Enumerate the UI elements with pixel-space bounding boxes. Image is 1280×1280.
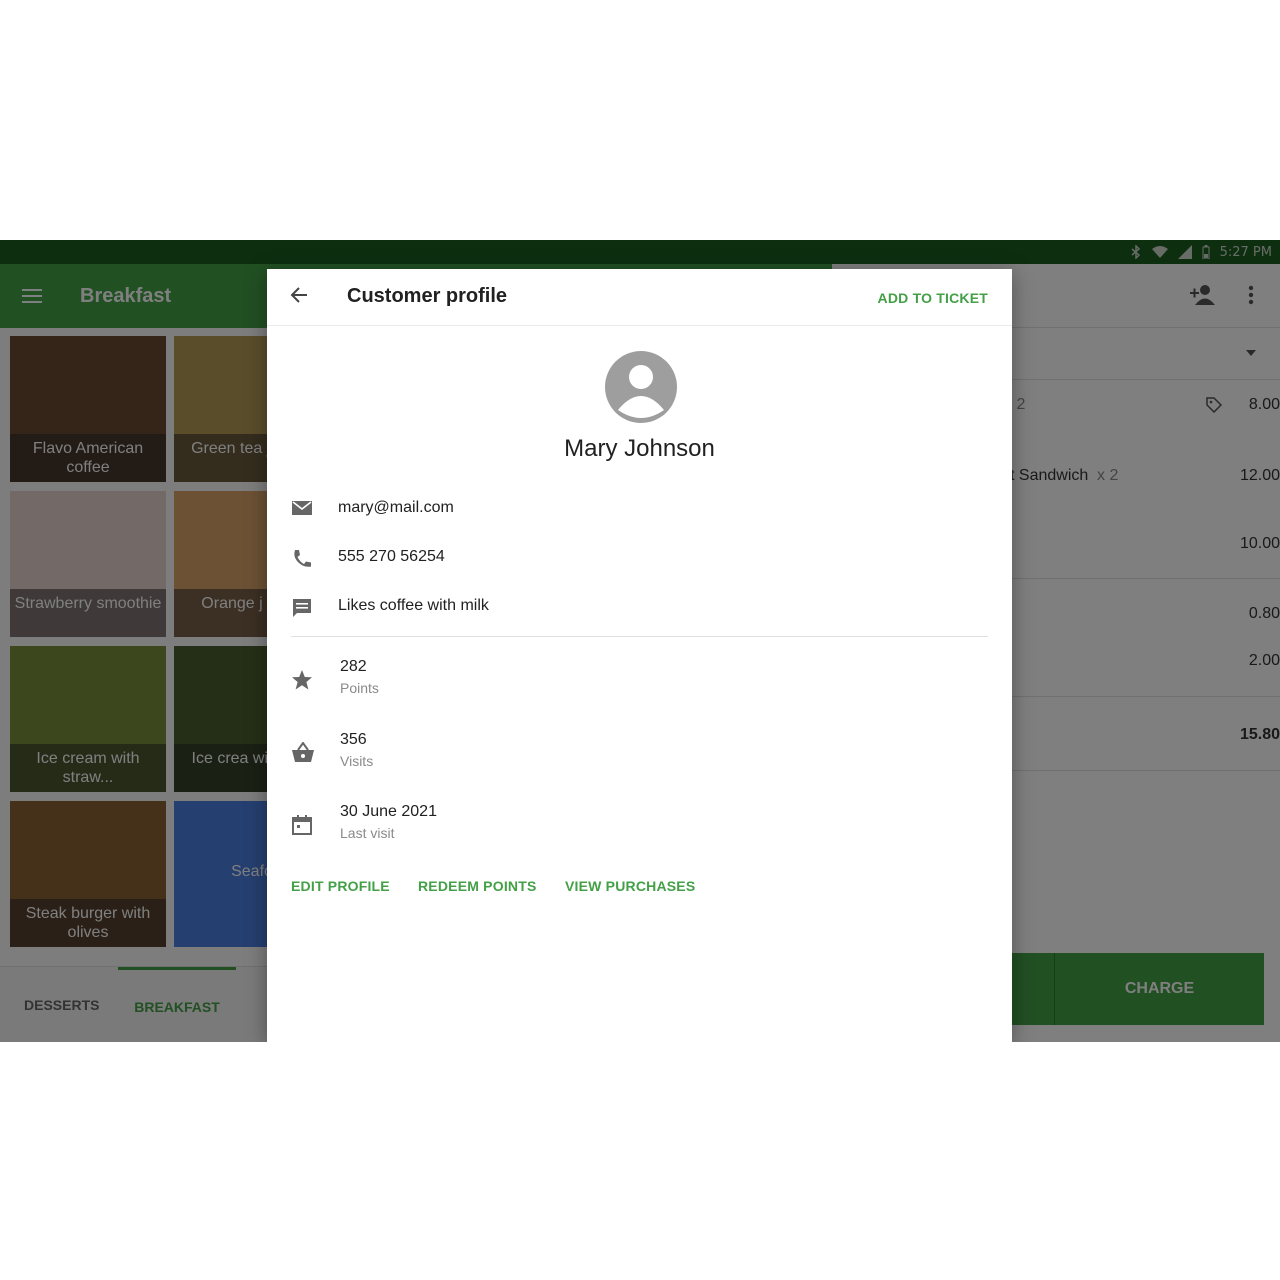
device-screen: 5:27 PM Breakfast Flavo American coffee … [0,240,1280,1042]
arrow-back-icon [290,287,307,303]
add-to-ticket-button[interactable]: ADD TO TICKET [878,290,988,306]
account-circle-icon [605,351,677,423]
last-visit-value: 30 June 2021 [340,803,437,820]
edit-profile-button[interactable]: EDIT PROFILE [291,878,390,894]
note-value: Likes coffee with milk [338,597,489,614]
visits-value: 356 [340,731,367,748]
last-visit-row: 30 June 2021 Last visit [291,803,991,853]
divider [291,636,988,637]
visits-label: Visits [340,753,374,769]
comment-icon [293,599,311,617]
customer-name: Mary Johnson [564,435,715,462]
points-row: 282 Points [291,658,991,708]
basket-icon [292,742,314,762]
dialog-title: Customer profile [347,285,508,307]
calendar-icon [292,815,312,835]
phone-icon [294,550,311,567]
phone-row: 555 270 56254 [291,544,991,574]
avatar [604,350,678,429]
last-visit-label: Last visit [340,825,395,841]
note-row: Likes coffee with milk [291,593,991,623]
view-purchases-button[interactable]: VIEW PURCHASES [565,878,695,894]
points-label: Points [340,680,379,696]
email-row: mary@mail.com [291,495,991,525]
star-icon [292,670,312,690]
phone-value: 555 270 56254 [338,548,445,565]
back-button[interactable] [289,285,309,310]
email-icon [292,501,312,515]
dialog-header: Customer profile ADD TO TICKET [267,269,1012,326]
visits-row: 356 Visits [291,731,991,781]
email-value: mary@mail.com [338,499,454,516]
customer-profile-dialog: Customer profile ADD TO TICKET Mary John… [267,269,1012,1042]
redeem-points-button[interactable]: REDEEM POINTS [418,878,537,894]
points-value: 282 [340,658,367,675]
